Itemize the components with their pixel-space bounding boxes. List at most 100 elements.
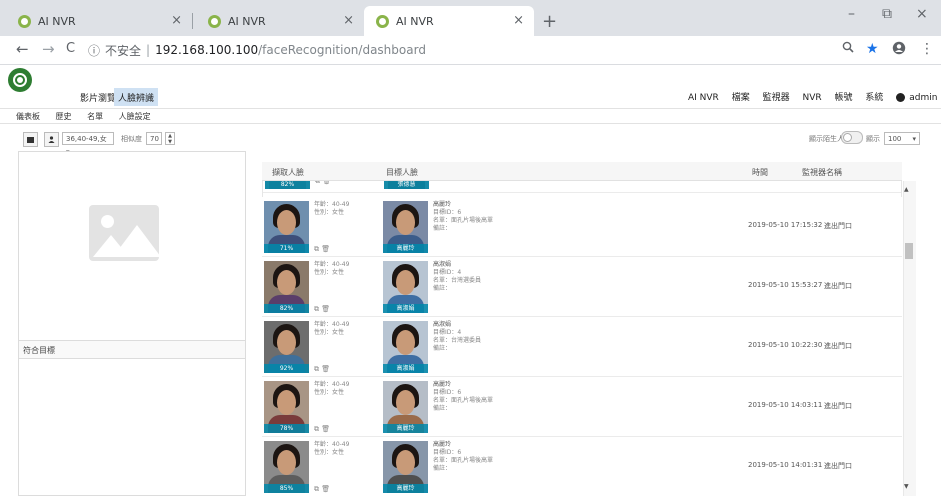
sub-tab-list[interactable]: 名單: [87, 112, 103, 121]
site-info-icon[interactable]: ⓘ: [88, 42, 100, 59]
table-row[interactable]: 78% 年齡：40-49 性別：女性 ⧉ 🗑 高麗玲 高麗玲 目標ID：6 名單：面孔片場後高…: [262, 377, 902, 437]
similarity-stepper[interactable]: ▲ ▼: [165, 132, 175, 145]
delete-icon[interactable]: 🗑: [321, 485, 330, 493]
show-strangers-toggle[interactable]: [841, 131, 863, 144]
row-camera: 進出門口: [824, 342, 852, 350]
tab-title: AI NVR: [228, 14, 266, 28]
target-name: 高淑娟: [433, 261, 452, 268]
window-close-icon[interactable]: ×: [916, 6, 928, 22]
target-id: 目標ID：6: [433, 449, 462, 456]
age-gender-select[interactable]: 36,40-49,女 ▾: [62, 132, 114, 156]
address-bar[interactable]: ⓘ 不安全 | 192.168.100.100/faceRecognition/…: [88, 40, 908, 60]
snapshot-face[interactable]: 78%: [264, 381, 309, 433]
table-row[interactable]: 92% 年齡：40-49 性別：女性 ⧉ 🗑 高淑娟 高淑娟 目標ID：4 名單：台灣選委員備…: [262, 317, 902, 377]
delete-icon[interactable]: 🗑: [321, 365, 330, 373]
restore-icon[interactable]: ⧉: [882, 6, 892, 22]
snapshot-face[interactable]: 71%: [264, 201, 309, 253]
snapshot-face[interactable]: 85%: [264, 441, 309, 493]
target-list: 名單：面孔片場後高單: [433, 457, 494, 464]
target-face[interactable]: 高麗玲: [383, 441, 428, 493]
row-actions: ⧉ 🗑: [314, 305, 330, 314]
zoom-icon[interactable]: [842, 41, 854, 56]
scroll-down-icon[interactable]: ▼: [904, 483, 909, 490]
minimize-icon[interactable]: –: [848, 6, 855, 22]
row-actions: ⧉ 🗑: [314, 425, 330, 434]
score-tag: 85%: [264, 484, 309, 493]
export-icon[interactable]: ⧉: [314, 365, 319, 373]
globe-icon[interactable]: [896, 93, 906, 102]
browser-tab-3-active[interactable]: AI NVR ×: [364, 6, 534, 36]
snapshot-gender: 性別：女性: [314, 329, 345, 336]
target-face[interactable]: 高淑娟: [383, 261, 428, 313]
target-name-tag: 高淑娟: [383, 304, 428, 313]
target-id: 目標ID：4: [433, 269, 462, 276]
delete-icon[interactable]: 🗑: [321, 245, 330, 253]
count-select[interactable]: 100 ▾: [884, 132, 920, 145]
top-nav-ai-nvr[interactable]: AI NVR: [688, 93, 719, 103]
snapshot-age: 年齡：40-49: [314, 321, 350, 328]
user-name[interactable]: admin: [909, 93, 937, 103]
export-icon[interactable]: ⧉: [314, 305, 319, 313]
table-body: 71% 年齡：40-49 性別：女性 ⧉ 🗑 高麗玲 高麗玲 目標ID：6 名單：面孔片場後高…: [262, 197, 902, 496]
forward-icon[interactable]: →: [42, 40, 55, 58]
snapshot-face[interactable]: 82%: [264, 261, 309, 313]
main-tab-face-recognition[interactable]: 人臉辨識: [114, 88, 159, 106]
subnav-divider: [0, 123, 941, 124]
target-face[interactable]: 高麗玲: [383, 381, 428, 433]
back-icon[interactable]: ←: [16, 40, 29, 58]
close-tab-icon[interactable]: ×: [513, 13, 524, 28]
bookmark-star-icon[interactable]: ★: [866, 41, 879, 57]
close-tab-icon[interactable]: ×: [343, 13, 354, 28]
browser-tab-1[interactable]: AI NVR ×: [6, 6, 192, 36]
score-tag: 82%: [265, 180, 310, 189]
person-filter-button[interactable]: [44, 132, 59, 147]
export-icon[interactable]: ⧉: [314, 485, 319, 493]
sub-tab-history[interactable]: 歷史: [56, 112, 72, 121]
row-camera: 進出門口: [824, 222, 852, 230]
table-row[interactable]: 85% 年齡：40-49 性別：女性 ⧉ 🗑 高麗玲 高麗玲 目標ID：6 名單：面孔片場後高…: [262, 437, 902, 496]
snapshot-gender: 性別：女性: [314, 389, 345, 396]
browser-tab-2[interactable]: AI NVR ×: [196, 6, 364, 36]
table-row[interactable]: 82% 年齡：40-49 性別：女性 ⧉ 🗑 高淑娟 高淑娟 目標ID：4 名單：台灣選委員備…: [262, 257, 902, 317]
target-face[interactable]: 高淑娟: [383, 321, 428, 373]
target-face[interactable]: 高麗玲: [383, 201, 428, 253]
top-nav-account[interactable]: 帳號: [835, 93, 853, 103]
count-select-value: 100: [888, 135, 902, 143]
top-nav-nvr[interactable]: NVR: [802, 93, 821, 103]
scroll-up-icon[interactable]: ▲: [904, 186, 909, 193]
top-nav-files[interactable]: 檔案: [732, 93, 750, 103]
similarity-label: 相似度: [121, 135, 142, 143]
favicon-icon: [376, 14, 389, 28]
row-time: 2019-05-10 17:15:32: [748, 221, 823, 229]
row-camera: 進出門口: [824, 402, 852, 410]
table-scrollbar[interactable]: [903, 181, 916, 496]
reload-icon[interactable]: C: [66, 41, 75, 56]
account-icon[interactable]: [892, 41, 906, 59]
row-camera: 進出門口: [824, 462, 852, 470]
tab-title: AI NVR: [396, 14, 434, 28]
sub-tab-dashboard[interactable]: 儀表板: [16, 112, 40, 121]
header-divider: [0, 108, 941, 109]
target-name-tag: 高麗玲: [383, 424, 428, 433]
browser-menu-icon[interactable]: ⋮: [920, 41, 934, 57]
new-tab-button[interactable]: +: [542, 11, 557, 32]
top-nav-cameras[interactable]: 監視器: [763, 93, 790, 103]
row-actions: ⧉ 🗑: [314, 485, 330, 494]
camera-view-button[interactable]: [23, 132, 38, 147]
target-note: 備註：: [433, 345, 452, 352]
export-icon[interactable]: ⧉: [314, 425, 319, 433]
col-time: 時間: [752, 168, 768, 177]
export-icon[interactable]: ⧉: [314, 245, 319, 253]
similarity-input[interactable]: 70: [146, 132, 162, 145]
col-snapshot: 擷取人臉: [272, 168, 304, 177]
table-row[interactable]: 71% 年齡：40-49 性別：女性 ⧉ 🗑 高麗玲 高麗玲 目標ID：6 名單：面孔片場後高…: [262, 197, 902, 257]
sub-tab-face-settings[interactable]: 人臉設定: [119, 112, 151, 121]
top-nav-system[interactable]: 系統: [865, 93, 883, 103]
row-time: 2019-05-10 14:01:31: [748, 461, 823, 469]
close-tab-icon[interactable]: ×: [171, 13, 182, 28]
delete-icon[interactable]: 🗑: [321, 305, 330, 313]
delete-icon[interactable]: 🗑: [321, 425, 330, 433]
target-note: 備註：: [433, 465, 452, 472]
snapshot-face[interactable]: 92%: [264, 321, 309, 373]
scrollbar-thumb[interactable]: [905, 243, 913, 259]
